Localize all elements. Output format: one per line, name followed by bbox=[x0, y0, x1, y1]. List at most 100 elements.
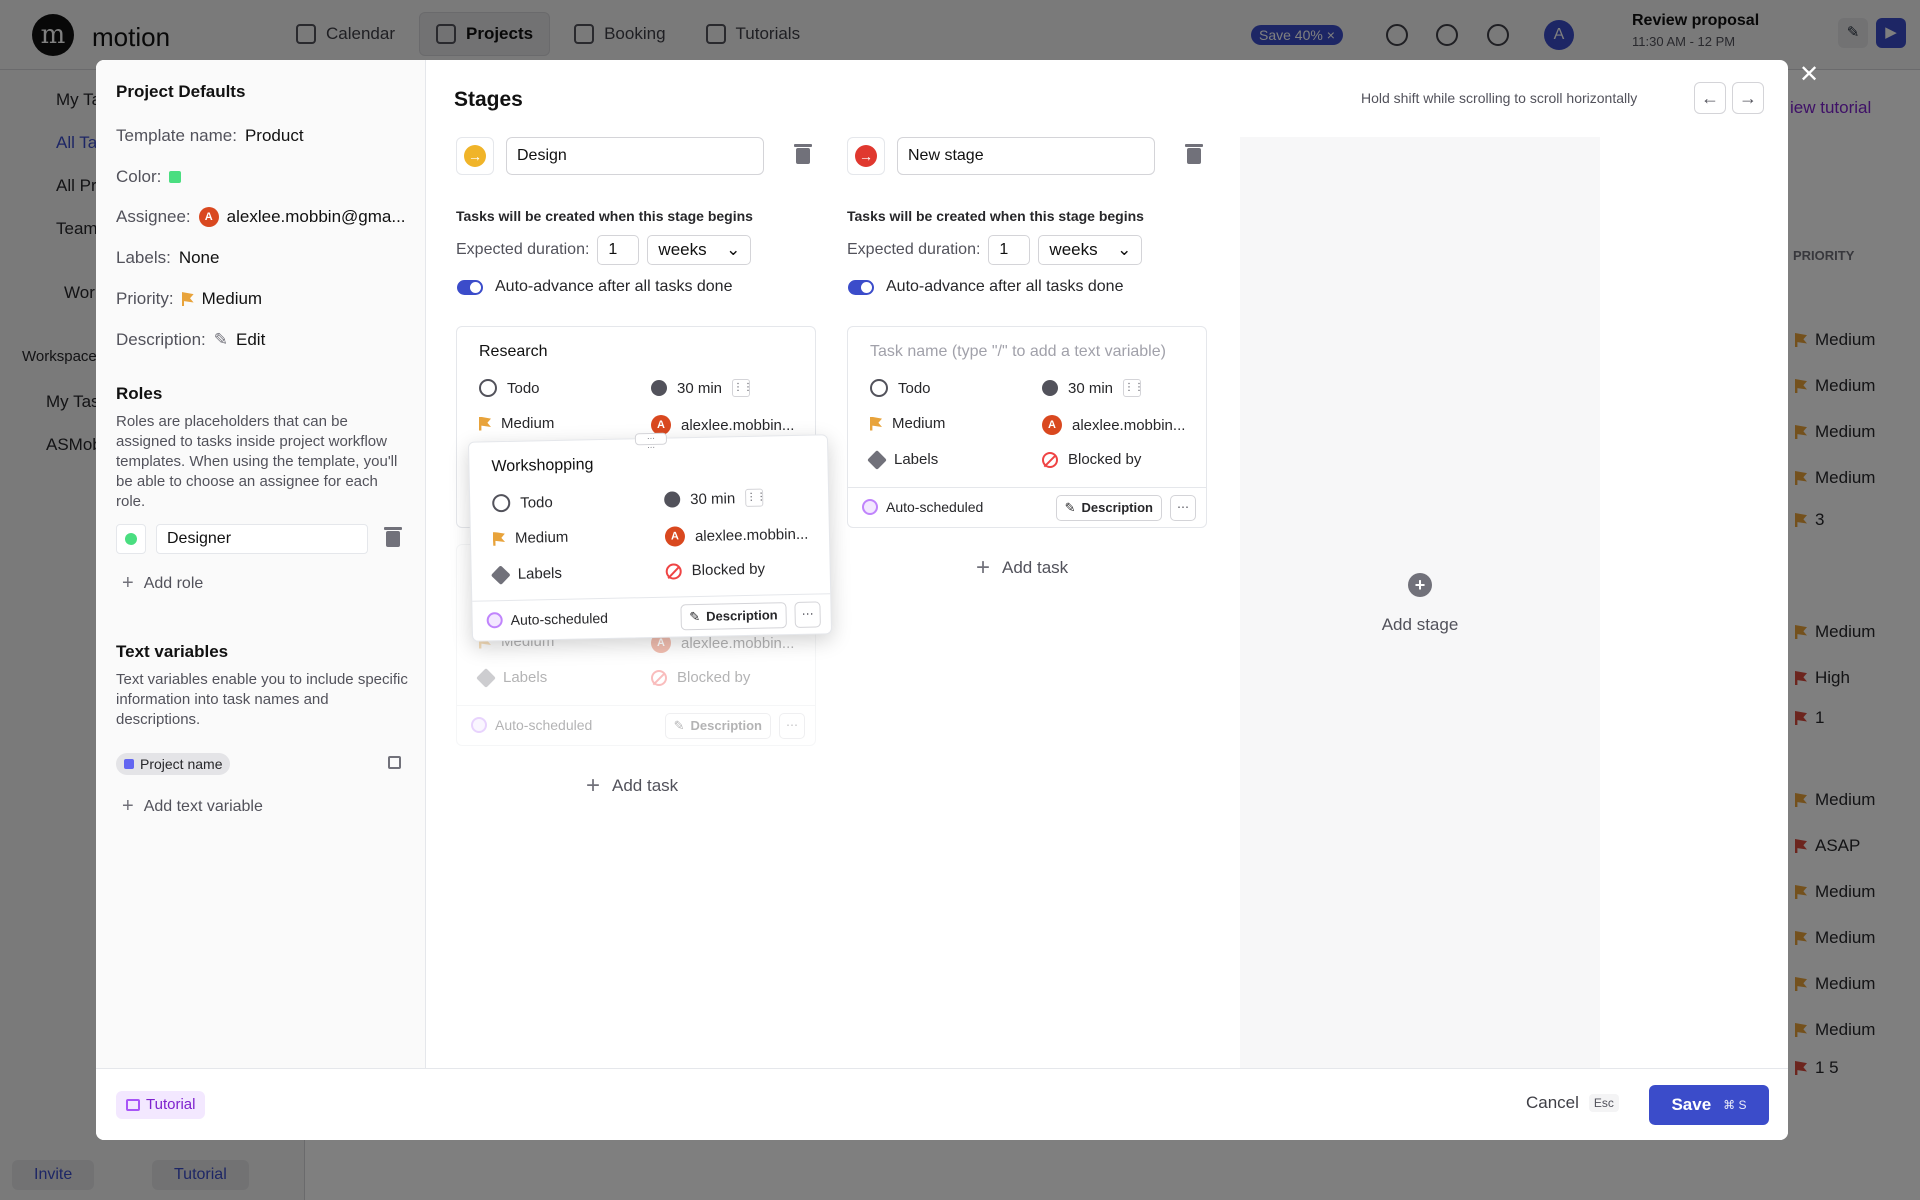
duration-input[interactable]: 1 bbox=[597, 235, 640, 265]
color-row[interactable]: Color: bbox=[116, 167, 182, 187]
add-task-button[interactable]: + Add task bbox=[586, 772, 678, 800]
copy-icon[interactable] bbox=[388, 756, 401, 769]
grid-icon[interactable]: ⋮⋮ bbox=[745, 488, 766, 507]
task-priority[interactable]: Medium bbox=[870, 415, 945, 432]
task-status[interactable]: Todo bbox=[870, 379, 931, 397]
text-variables-heading: Text variables bbox=[116, 642, 229, 661]
cancel-button[interactable]: Cancel Esc bbox=[1526, 1093, 1619, 1113]
labels-row[interactable]: Labels: None bbox=[116, 248, 219, 268]
color-swatch[interactable] bbox=[169, 171, 182, 183]
task-status[interactable]: Todo bbox=[479, 379, 540, 397]
task-duration[interactable]: 30 min ⋮⋮ bbox=[1042, 379, 1144, 397]
blocked-icon bbox=[665, 562, 682, 580]
clock-icon bbox=[651, 380, 667, 396]
role-name-input[interactable]: Designer bbox=[156, 524, 368, 554]
description-button: ✎ Description bbox=[664, 713, 771, 739]
stage-name-input[interactable]: Design bbox=[506, 137, 764, 175]
description-edit-link[interactable]: Edit bbox=[236, 330, 265, 350]
project-defaults-panel: Project Defaults Template name: Product … bbox=[96, 60, 426, 1068]
flag-icon bbox=[493, 532, 505, 546]
grid-icon[interactable]: ⋮⋮ bbox=[732, 379, 753, 397]
auto-advance-toggle[interactable] bbox=[457, 279, 483, 295]
description-button[interactable]: ✎ Description bbox=[679, 602, 787, 631]
project-template-modal: Project Defaults Template name: Product … bbox=[96, 60, 1788, 1140]
delete-role-trash-icon[interactable] bbox=[384, 527, 402, 547]
auto-advance-toggle[interactable] bbox=[848, 279, 874, 295]
project-defaults-title: Project Defaults bbox=[116, 82, 246, 101]
roles-description: Roles are placeholders that can be assig… bbox=[116, 413, 398, 510]
tag-icon bbox=[867, 449, 887, 470]
scroll-right-button[interactable]: → bbox=[1732, 82, 1764, 114]
task-status[interactable]: Todo bbox=[492, 493, 553, 513]
variable-icon bbox=[124, 759, 134, 769]
save-button[interactable]: Save ⌘ S bbox=[1649, 1085, 1769, 1125]
delete-stage-trash-icon[interactable] bbox=[794, 144, 812, 164]
priority-row[interactable]: Priority: Medium bbox=[116, 289, 262, 309]
task-priority[interactable]: Medium bbox=[479, 415, 554, 432]
plus-icon: + bbox=[122, 572, 134, 594]
add-role-button[interactable]: + Add role bbox=[122, 572, 203, 595]
task-blocked-by[interactable]: Blocked by bbox=[665, 561, 765, 580]
assignee-avatar: A bbox=[1042, 415, 1062, 435]
book-icon bbox=[126, 1099, 140, 1111]
assignee-avatar: A bbox=[664, 526, 686, 547]
task-name[interactable]: Workshopping bbox=[491, 456, 593, 476]
task-card-workshopping-dragging[interactable]: ⋯ ⋯ Workshopping Todo 30 min ⋮⋮ Medium Aal… bbox=[467, 432, 833, 642]
roles-heading: Roles bbox=[116, 384, 163, 403]
grid-icon[interactable]: ⋮⋮ bbox=[1123, 379, 1144, 397]
auto-scheduled-label: Auto-scheduled bbox=[471, 717, 592, 733]
assignee-avatar: A bbox=[198, 207, 219, 227]
task-labels[interactable]: Labels bbox=[490, 564, 562, 585]
more-options-icon[interactable]: ⋯ bbox=[1170, 495, 1196, 521]
description-button[interactable]: ✎ Description bbox=[1055, 495, 1162, 521]
scroll-left-button[interactable]: ← bbox=[1694, 82, 1726, 114]
duration-unit-select[interactable]: weeks ⌄ bbox=[647, 235, 752, 265]
plus-circle-icon[interactable]: + bbox=[1408, 573, 1432, 597]
person-icon bbox=[116, 524, 146, 554]
task-name-input[interactable]: Task name (type "/" to add a text variab… bbox=[870, 343, 1166, 361]
add-stage-label[interactable]: Add stage bbox=[1240, 615, 1600, 635]
stage-note: Tasks will be created when this stage be… bbox=[456, 208, 753, 224]
task-card-new[interactable]: Task name (type "/" to add a text variab… bbox=[847, 326, 1207, 528]
labels-value[interactable]: None bbox=[179, 248, 220, 268]
auto-schedule-icon bbox=[486, 612, 503, 629]
assignee-row[interactable]: Assignee: A alexlee.mobbin@gma... bbox=[116, 207, 406, 227]
flag-icon bbox=[181, 292, 194, 306]
tutorial-button[interactable]: Tutorial bbox=[116, 1091, 206, 1119]
task-labels[interactable]: Labels bbox=[867, 449, 938, 470]
flag-icon bbox=[479, 416, 491, 431]
stage-name-input[interactable]: New stage bbox=[897, 137, 1155, 175]
stage-color-picker[interactable]: → bbox=[847, 137, 885, 175]
template-name-value[interactable]: Product bbox=[245, 126, 304, 146]
todo-circle-icon bbox=[870, 379, 888, 397]
delete-stage-trash-icon[interactable] bbox=[1185, 144, 1203, 164]
auto-scheduled-label: Auto-scheduled bbox=[862, 499, 983, 515]
duration-input[interactable]: 1 bbox=[988, 235, 1031, 265]
add-stage-column[interactable]: + Add stage bbox=[1240, 137, 1600, 1068]
description-row[interactable]: Description: ✎ Edit bbox=[116, 330, 265, 350]
duration-unit-select[interactable]: weeks ⌄ bbox=[1038, 235, 1143, 265]
close-icon[interactable]: ✕ bbox=[1796, 60, 1822, 90]
task-priority[interactable]: Medium bbox=[493, 529, 569, 548]
add-text-variable-button[interactable]: + Add text variable bbox=[122, 795, 263, 818]
plus-icon: + bbox=[976, 554, 991, 581]
task-blocked-by[interactable]: Blocked by bbox=[1042, 451, 1141, 468]
task-assignee[interactable]: Aalexlee.mobbin... bbox=[1042, 415, 1185, 435]
add-task-button[interactable]: + Add task bbox=[976, 554, 1068, 582]
pencil-icon: ✎ bbox=[1064, 500, 1076, 515]
task-assignee[interactable]: Aalexlee.mobbin... bbox=[664, 524, 809, 547]
task-duration[interactable]: 30 min ⋮⋮ bbox=[651, 379, 753, 397]
assignee-value[interactable]: alexlee.mobbin@gma... bbox=[227, 207, 406, 227]
expected-duration-row: Expected duration: 1 weeks ⌄ bbox=[456, 235, 752, 265]
task-duration[interactable]: 30 min ⋮⋮ bbox=[664, 488, 766, 509]
task-assignee[interactable]: Aalexlee.mobbin... bbox=[651, 415, 794, 435]
tag-icon bbox=[490, 564, 511, 585]
priority-value[interactable]: Medium bbox=[202, 289, 262, 309]
task-name[interactable]: Research bbox=[479, 343, 547, 361]
template-name-row[interactable]: Template name: Product bbox=[116, 126, 304, 146]
more-options-icon[interactable]: ⋯ bbox=[794, 601, 821, 628]
escape-key-hint: Esc bbox=[1588, 1094, 1619, 1112]
stage-color-picker[interactable]: → bbox=[456, 137, 494, 175]
drag-handle-icon[interactable]: ⋯ ⋯ bbox=[634, 432, 668, 452]
text-variable-chip[interactable]: Project name bbox=[116, 753, 231, 775]
